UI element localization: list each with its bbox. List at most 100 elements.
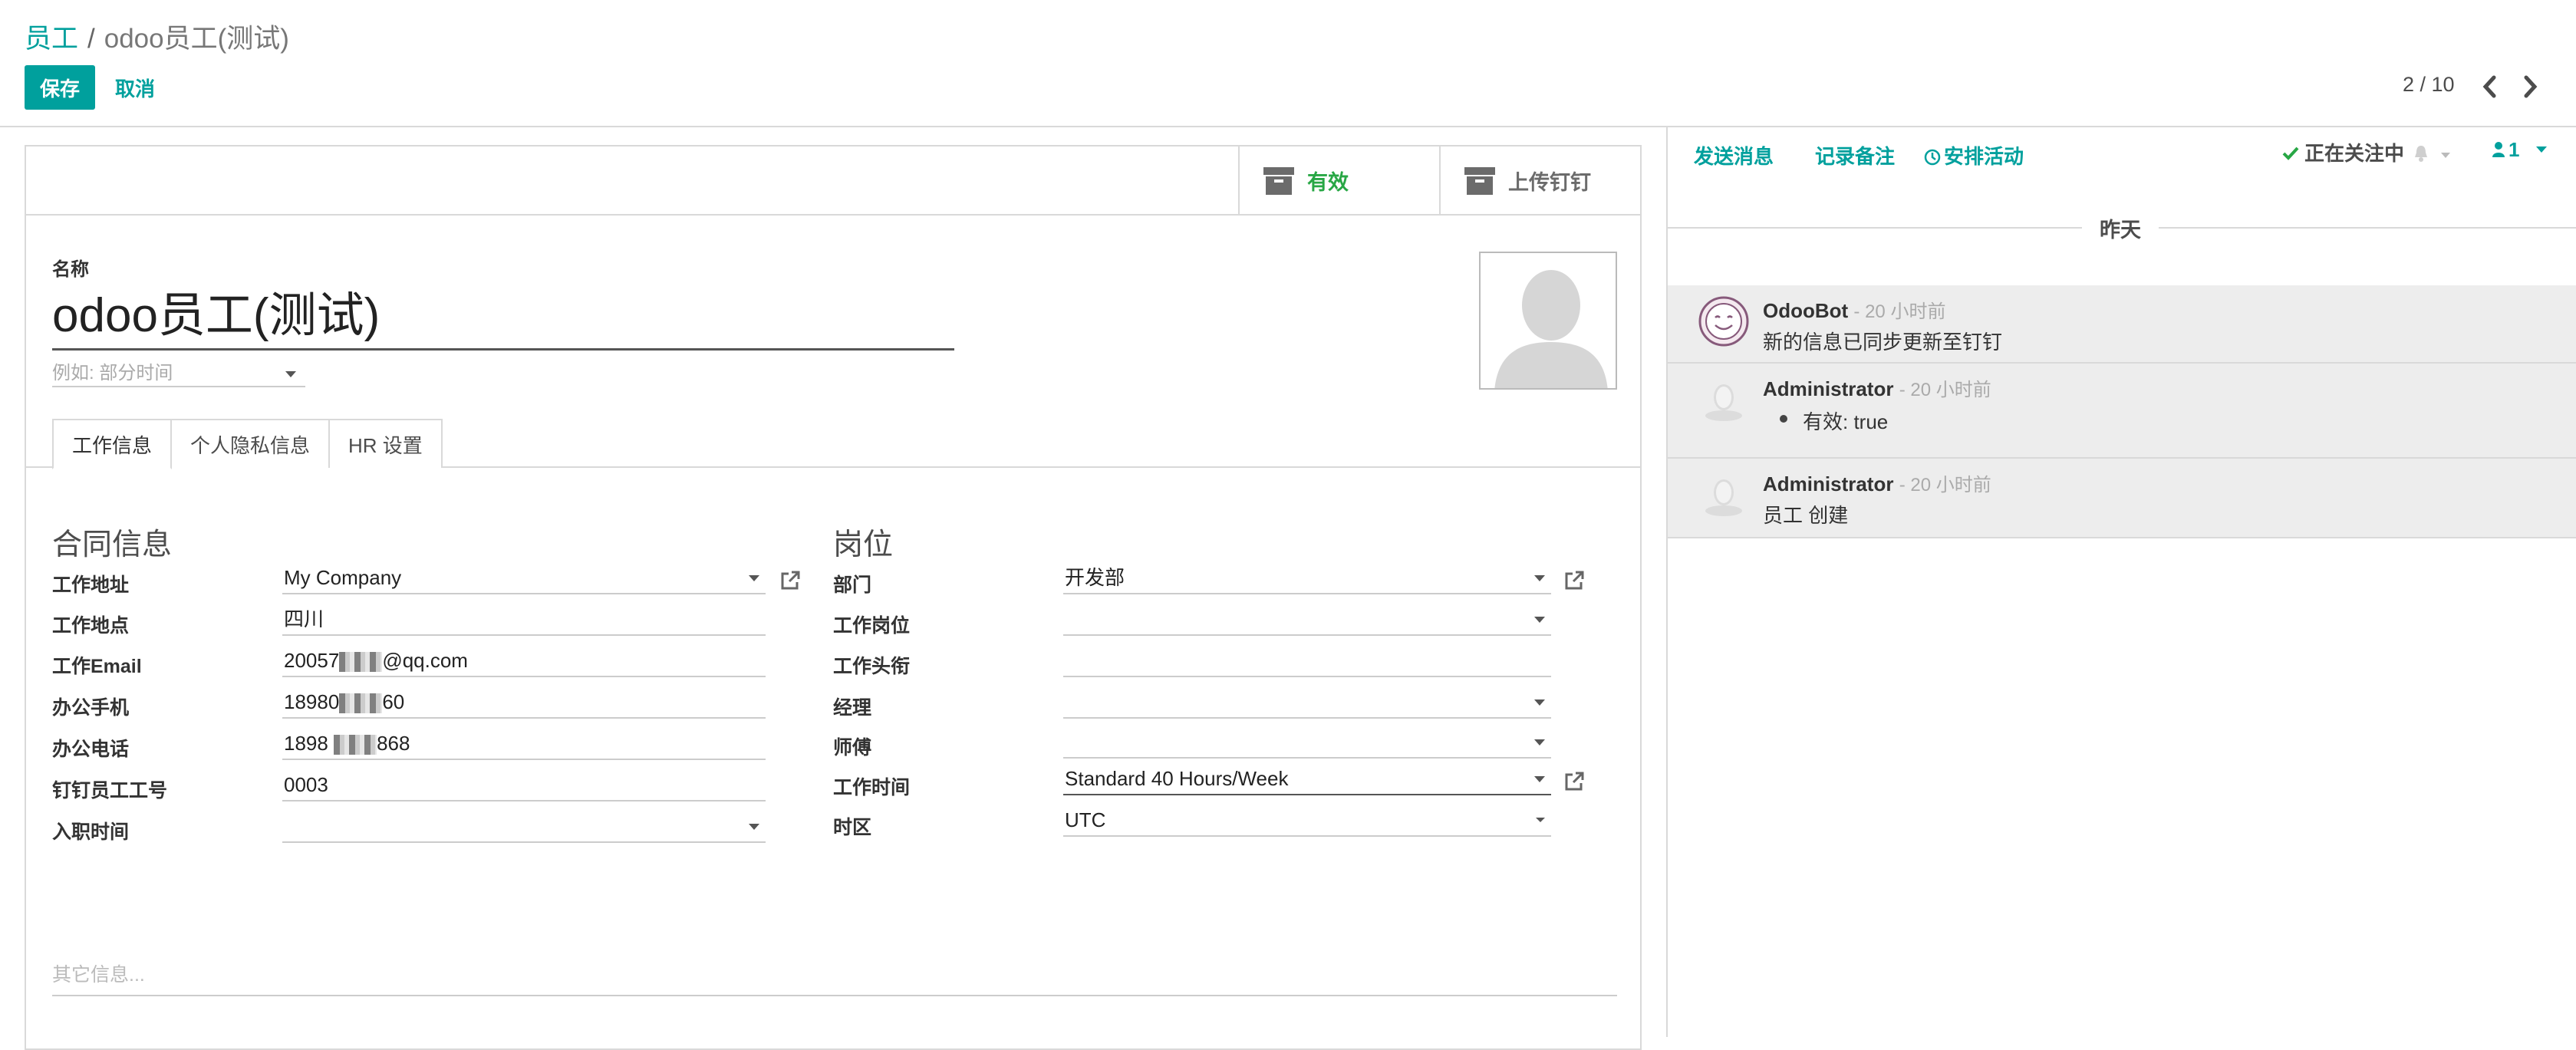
schedule-activity-button[interactable]: 安排活动 xyxy=(1924,141,2024,170)
job-position-field[interactable] xyxy=(1063,602,1551,636)
work-phone-label: 办公电话 xyxy=(52,739,130,760)
bell-icon[interactable] xyxy=(2413,144,2429,163)
message-body: 新的信息已同步更新至钉钉 xyxy=(1763,331,2003,354)
following-label: 正在关注中 xyxy=(2304,142,2405,165)
working-hours-field[interactable]: Standard 40 Hours/Week xyxy=(1063,762,1551,795)
check-icon xyxy=(2282,146,2299,160)
employee-photo[interactable] xyxy=(1479,252,1617,390)
breadcrumb-separator: / xyxy=(87,24,95,54)
position-title: 岗位 xyxy=(833,528,894,561)
tab-work-info[interactable]: 工作信息 xyxy=(52,419,173,469)
mobile-phone-value-prefix: 18980 xyxy=(284,690,340,713)
timezone-value: UTC xyxy=(1065,808,1106,831)
work-location-field[interactable]: 四川 xyxy=(282,602,766,636)
job-position-label: 工作岗位 xyxy=(833,615,911,637)
chatter-topbar: 发送消息 记录备注 安排活动 正在关注中 1 xyxy=(1668,127,2576,181)
job-title-label: 工作头衔 xyxy=(833,656,911,677)
dropdown-caret-icon xyxy=(1536,818,1545,822)
dropdown-caret-icon xyxy=(1534,617,1545,623)
work-location-label: 工作地点 xyxy=(52,615,130,637)
message-date: - 20 小时前 xyxy=(1899,475,1991,495)
archive-icon xyxy=(1263,167,1294,195)
send-message-button[interactable]: 发送消息 xyxy=(1694,141,1774,170)
dingtalk-id-field[interactable]: 0003 xyxy=(282,768,766,801)
timezone-label: 时区 xyxy=(833,817,872,838)
log-note-button[interactable]: 记录备注 xyxy=(1815,141,1895,170)
save-button[interactable]: 保存 xyxy=(25,65,95,110)
coach-label: 师傅 xyxy=(833,737,872,759)
contract-info-title: 合同信息 xyxy=(52,528,173,561)
work-address-label: 工作地址 xyxy=(52,574,130,596)
work-address-field[interactable]: My Company xyxy=(282,561,766,594)
dropdown-caret-icon xyxy=(749,824,759,830)
odoobot-avatar-icon xyxy=(1698,296,1749,347)
pager-value[interactable]: 2 / 10 xyxy=(2403,73,2455,97)
job-title-field[interactable] xyxy=(1063,643,1551,677)
user-avatar-icon xyxy=(1705,384,1742,421)
working-hours-value: Standard 40 Hours/Week xyxy=(1065,767,1289,790)
upload-dingtalk-label: 上传钉钉 xyxy=(1508,170,1591,194)
chatter-message: Administrator - 20 小时前 有效: true xyxy=(1668,364,2576,459)
tab-hr-settings[interactable]: HR 设置 xyxy=(328,419,443,468)
breadcrumb: 员工 / odoo员工(测试) xyxy=(25,17,289,56)
message-author[interactable]: Administrator - 20 小时前 xyxy=(1763,374,1991,401)
coach-field[interactable] xyxy=(1063,725,1551,759)
followers-button[interactable]: 1 xyxy=(2492,138,2547,162)
form-sheet: 有效 上传钉钉 名称 odoo员工(测试) 例如: 部分时间 工作信息 个人隐私… xyxy=(25,145,1642,1050)
work-email-label: 工作Email xyxy=(52,656,142,677)
name-input[interactable]: odoo员工(测试) xyxy=(52,281,954,351)
external-link-icon[interactable] xyxy=(1563,771,1585,792)
category-tags-input[interactable]: 例如: 部分时间 xyxy=(52,361,305,387)
notes-field[interactable]: 其它信息... xyxy=(52,959,1617,996)
upload-dingtalk-button[interactable]: 上传钉钉 xyxy=(1439,146,1640,214)
chevron-left-icon[interactable] xyxy=(2479,74,2501,100)
message-author-name: Administrator xyxy=(1763,377,1894,400)
dropdown-caret-icon xyxy=(285,371,296,377)
dropdown-caret-icon xyxy=(1534,699,1545,706)
dingtalk-id-label: 钉钉员工工号 xyxy=(52,780,168,801)
following-toggle[interactable]: 正在关注中 xyxy=(2281,138,2451,166)
schedule-activity-label: 安排活动 xyxy=(1944,145,2024,168)
external-link-icon[interactable] xyxy=(1563,570,1585,591)
active-toggle-button[interactable]: 有效 xyxy=(1238,146,1439,214)
department-label: 部门 xyxy=(833,574,872,596)
mobile-phone-value-suffix: 60 xyxy=(382,690,405,713)
message-body: 员工 创建 xyxy=(1763,504,1849,527)
message-tracking-value: 有效: true xyxy=(1779,407,1888,435)
message-author[interactable]: OdooBot - 20 小时前 xyxy=(1763,296,1945,323)
chatter-panel: 发送消息 记录备注 安排活动 正在关注中 1 昨天 OdooBot - 20 小… xyxy=(1666,127,2576,1037)
dropdown-caret-icon xyxy=(2441,153,2451,158)
external-link-icon[interactable] xyxy=(779,570,801,591)
hire-date-field[interactable] xyxy=(282,809,766,843)
active-label: 有效 xyxy=(1307,170,1349,194)
smart-button-box: 有效 上传钉钉 xyxy=(26,146,1640,216)
manager-field[interactable] xyxy=(1063,685,1551,719)
work-address-value: My Company xyxy=(284,566,402,589)
notebook-tabs: 工作信息 个人隐私信息 HR 设置 xyxy=(52,419,443,469)
discard-button[interactable]: 取消 xyxy=(115,65,155,110)
work-phone-field[interactable]: 1898 868 xyxy=(282,726,766,760)
message-date: - 20 小时前 xyxy=(1853,301,1946,322)
working-hours-label: 工作时间 xyxy=(833,777,911,798)
user-avatar-icon xyxy=(1705,479,1742,516)
tab-private-info[interactable]: 个人隐私信息 xyxy=(170,419,331,468)
work-email-field[interactable]: 20057 @qq.com xyxy=(282,643,766,677)
breadcrumb-employees-link[interactable]: 员工 xyxy=(25,24,78,54)
dropdown-caret-icon xyxy=(749,575,759,581)
work-email-value-suffix: @qq.com xyxy=(382,649,468,672)
department-field[interactable]: 开发部 xyxy=(1063,561,1551,594)
timezone-field[interactable]: UTC xyxy=(1063,803,1551,837)
dropdown-caret-icon xyxy=(1534,776,1545,782)
redacted-block xyxy=(334,735,377,755)
chatter-message: Administrator - 20 小时前 员工 创建 xyxy=(1668,459,2576,538)
clock-icon xyxy=(1924,149,1941,166)
person-silhouette-icon xyxy=(1481,253,1616,388)
control-panel: 员工 / odoo员工(测试) 保存 取消 2 / 10 xyxy=(0,0,2576,127)
work-email-value-prefix: 20057 xyxy=(284,649,340,672)
mobile-phone-field[interactable]: 18980 60 xyxy=(282,685,766,719)
breadcrumb-current: odoo员工(测试) xyxy=(104,24,289,54)
dropdown-caret-icon xyxy=(2535,146,2547,153)
chevron-right-icon[interactable] xyxy=(2519,74,2541,100)
redacted-block xyxy=(339,693,383,714)
message-author[interactable]: Administrator - 20 小时前 xyxy=(1763,469,1991,496)
